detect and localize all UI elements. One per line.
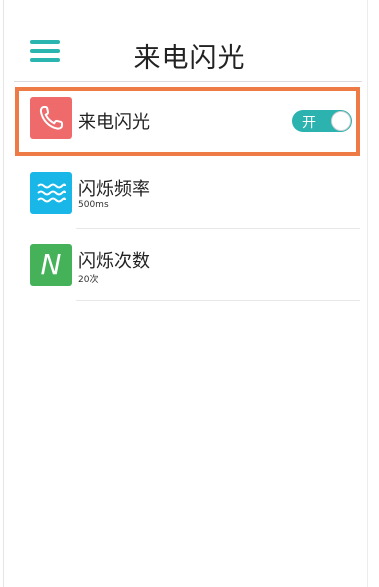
header-divider <box>14 81 362 82</box>
app-header: 来电闪光 <box>0 0 379 80</box>
app-screen: 来电闪光 来电闪光 开 闪烁频率 500ms N 闪烁次数 20次 <box>0 0 379 587</box>
setting-row-flash-count[interactable]: N 闪烁次数 20次 <box>30 244 360 304</box>
frame-edge-right <box>367 0 368 587</box>
phone-icon <box>30 97 72 139</box>
setting-value: 500ms <box>78 200 109 210</box>
toggle-label: 开 <box>302 115 316 131</box>
letter-n-icon: N <box>30 244 72 286</box>
frame-edge-left <box>3 0 4 587</box>
flash-toggle[interactable]: 开 <box>292 110 352 132</box>
row-divider <box>76 300 360 301</box>
setting-value: 20次 <box>78 275 99 285</box>
letter-n-glyph: N <box>40 248 62 281</box>
setting-title: 闪烁次数 <box>78 251 150 272</box>
page-title: 来电闪光 <box>133 43 246 74</box>
wave-icon <box>30 172 72 214</box>
row-divider <box>76 228 360 229</box>
setting-row-flash-frequency[interactable]: 闪烁频率 500ms <box>30 172 360 232</box>
setting-title: 来电闪光 <box>78 112 150 133</box>
toggle-knob <box>331 111 351 131</box>
setting-row-call-flash[interactable]: 来电闪光 开 <box>30 97 360 157</box>
setting-title: 闪烁频率 <box>78 179 150 200</box>
